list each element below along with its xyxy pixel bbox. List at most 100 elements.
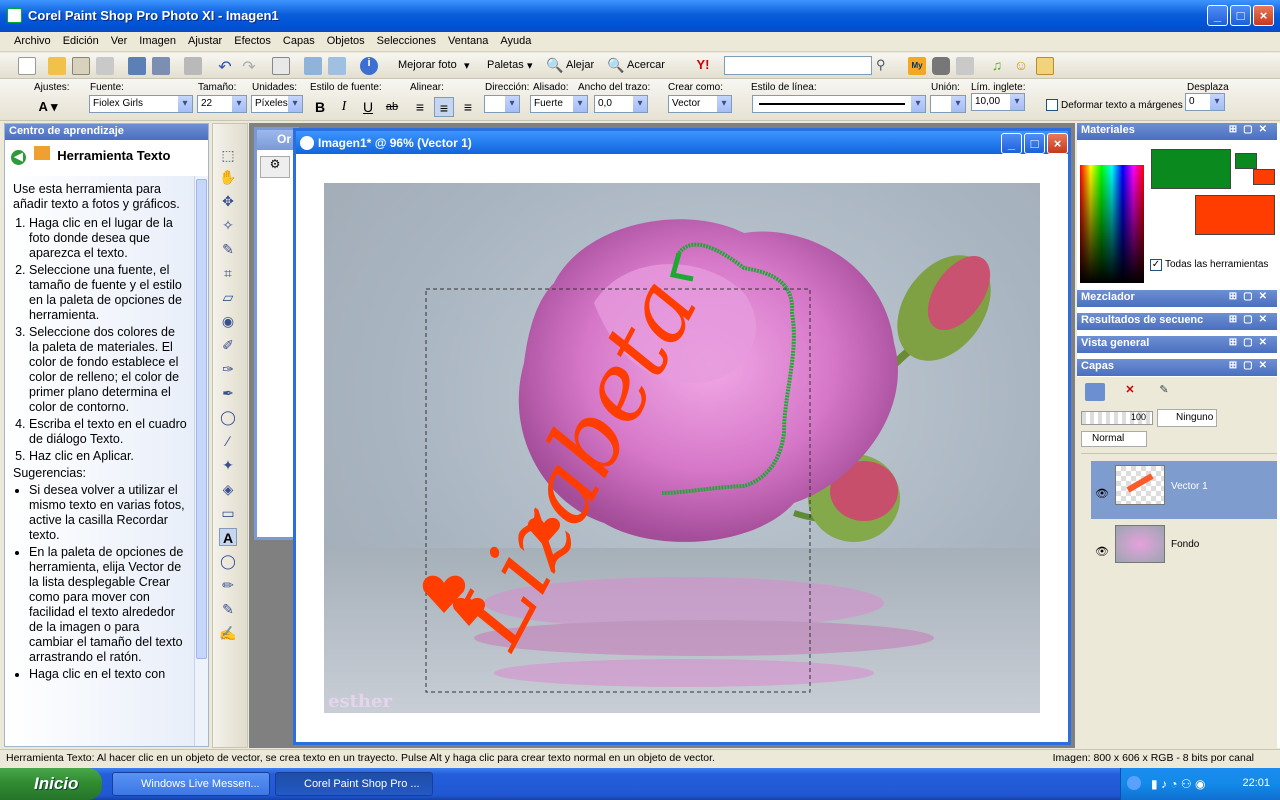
magic-wand-icon[interactable]: ✧ [219, 216, 237, 234]
fill-icon[interactable]: ◈ [219, 480, 237, 498]
camera-icon[interactable] [932, 57, 950, 75]
create-as-select[interactable]: Vector [668, 95, 732, 113]
scan-icon[interactable] [96, 57, 114, 75]
back-arrow-icon[interactable]: ◀ [11, 150, 26, 165]
align-center-icon[interactable]: ≡ [434, 97, 454, 117]
straighten-icon[interactable]: ▱ [219, 288, 237, 306]
clone-brush-icon[interactable]: ✑ [219, 360, 237, 378]
eraser-tool-icon[interactable]: ▭ [219, 504, 237, 522]
antialias-select[interactable]: Fuerte [530, 95, 588, 113]
paint-brush-icon[interactable]: ✒ [219, 384, 237, 402]
learning-scrollbar[interactable] [194, 176, 208, 746]
layer-row-fondo[interactable]: Fondo 👁 [1091, 523, 1277, 571]
menu-ver[interactable]: Ver [105, 32, 134, 51]
align-left-icon[interactable]: ≡ [410, 97, 430, 117]
new-layer-icon[interactable] [1085, 383, 1105, 401]
menu-selecciones[interactable]: Selecciones [371, 32, 442, 51]
all-tools-checkbox[interactable]: ✓ [1150, 259, 1162, 271]
mask-select[interactable]: Ninguno [1157, 409, 1217, 427]
doc-close-button[interactable]: × [1047, 133, 1068, 154]
visibility-eye-icon[interactable]: 👁 [1095, 545, 1109, 558]
acercar-button[interactable]: Acercar [627, 59, 665, 71]
bold-button[interactable]: B [310, 97, 330, 117]
undo-icon[interactable]: ↶ [216, 57, 234, 76]
doc-minimize-button[interactable]: _ [1001, 133, 1022, 154]
menu-ajustar[interactable]: Ajustar [182, 32, 228, 51]
menu-capas[interactable]: Capas [277, 32, 321, 51]
mezclador-header[interactable]: Mezclador ⊞▢✕ [1077, 290, 1277, 307]
close-button[interactable]: × [1253, 5, 1274, 26]
text-tool-icon[interactable]: A [219, 528, 237, 546]
save-as-icon[interactable] [152, 57, 170, 75]
minimize-button[interactable]: _ [1207, 5, 1228, 26]
join-select[interactable] [930, 95, 966, 113]
gear-icon[interactable]: ⚙ [260, 156, 290, 178]
edit-selection-icon[interactable]: ✎ [1155, 383, 1173, 401]
menu-ayuda[interactable]: Ayuda [494, 32, 537, 51]
menu-ventana[interactable]: Ventana [442, 32, 494, 51]
copy-icon[interactable] [304, 57, 322, 75]
image-canvas[interactable]: Lizabeta esther [324, 183, 1040, 713]
resize-icon[interactable] [272, 57, 290, 75]
miter-limit-spinner[interactable]: 10,00 [971, 93, 1025, 111]
menu-archivo[interactable]: Archivo [8, 32, 57, 51]
picture-tube-icon[interactable]: ✎ [219, 600, 237, 618]
menu-edicion[interactable]: Edición [57, 32, 105, 51]
shape-icon[interactable]: ◯ [219, 552, 237, 570]
smiley-icon[interactable]: ☺ [1012, 57, 1030, 75]
blend-mode-select[interactable]: Normal [1081, 431, 1147, 447]
start-button[interactable]: Inicio [0, 768, 102, 800]
redo-icon[interactable]: ↷ [240, 57, 258, 76]
yahoo-search-input[interactable] [724, 56, 872, 75]
save-icon[interactable] [128, 57, 146, 75]
italic-button[interactable]: I [334, 97, 354, 117]
foreground-swatch[interactable] [1151, 149, 1231, 189]
delete-layer-icon[interactable]: ✕ [1121, 383, 1139, 401]
background-swatch[interactable] [1195, 195, 1275, 235]
title-bar[interactable]: Corel Paint Shop Pro Photo XI - Imagen1 … [0, 0, 1280, 32]
paste-icon[interactable] [328, 57, 346, 75]
vista-general-header[interactable]: Vista general ⊞▢✕ [1077, 336, 1277, 353]
bg-mini-swatch[interactable] [1253, 169, 1275, 185]
text-preset-icon[interactable]: A ▾ [38, 97, 58, 117]
smudge-icon[interactable]: ∕ [219, 432, 237, 450]
capas-header[interactable]: Capas ⊞▢✕ [1077, 359, 1277, 376]
align-right-icon[interactable]: ≡ [458, 97, 478, 117]
mejorar-foto-button[interactable]: Mejorar foto [398, 59, 457, 71]
visibility-eye-icon[interactable]: 👁 [1095, 487, 1109, 500]
units-select[interactable]: Píxeles [251, 95, 303, 113]
menu-objetos[interactable]: Objetos [321, 32, 371, 51]
open-folder-icon[interactable] [48, 57, 66, 75]
stroke-width-spinner[interactable]: 0,0 [594, 95, 648, 113]
app-icon[interactable] [7, 8, 22, 23]
paletas-button[interactable]: Paletas [487, 59, 524, 71]
selection-icon[interactable]: ⬚ [219, 146, 237, 164]
red-eye-icon[interactable]: ◉ [219, 312, 237, 330]
alejar-button[interactable]: Alejar [566, 59, 594, 71]
browse-icon[interactable] [72, 57, 90, 75]
home-icon[interactable] [33, 146, 50, 160]
warp-text-checkbox[interactable] [1046, 99, 1058, 111]
scroll-thumb[interactable] [196, 179, 207, 659]
print-icon[interactable] [184, 57, 202, 75]
zoom-out-icon[interactable]: 🔍 [546, 57, 564, 75]
maximize-button[interactable]: □ [1230, 5, 1251, 26]
layer-row-vector[interactable]: Vector 1 👁 [1091, 461, 1277, 519]
search-binoculars-icon[interactable]: ⚲ [876, 57, 894, 75]
music-icon[interactable]: ♫ [988, 57, 1006, 75]
direction-select[interactable] [484, 95, 520, 113]
resultados-header[interactable]: Resultados de secuenc ⊞▢✕ [1077, 313, 1277, 330]
pen-icon[interactable]: ✏ [219, 576, 237, 594]
font-select[interactable]: Fiolex Girls [89, 95, 193, 113]
taskbar-item-paintshop[interactable]: Corel Paint Shop Pro ... [275, 772, 433, 796]
underline-button[interactable]: U [358, 97, 378, 117]
doc-maximize-button[interactable]: □ [1024, 133, 1045, 154]
fg-mini-swatch[interactable] [1235, 153, 1257, 169]
mail-icon[interactable] [1036, 57, 1054, 75]
menu-imagen[interactable]: Imagen [133, 32, 182, 51]
dropper-icon[interactable]: ✎ [219, 240, 237, 258]
line-style-select[interactable] [752, 95, 926, 113]
menu-efectos[interactable]: Efectos [228, 32, 277, 51]
color-spectrum[interactable] [1080, 165, 1144, 283]
move-icon[interactable]: ✥ [219, 192, 237, 210]
